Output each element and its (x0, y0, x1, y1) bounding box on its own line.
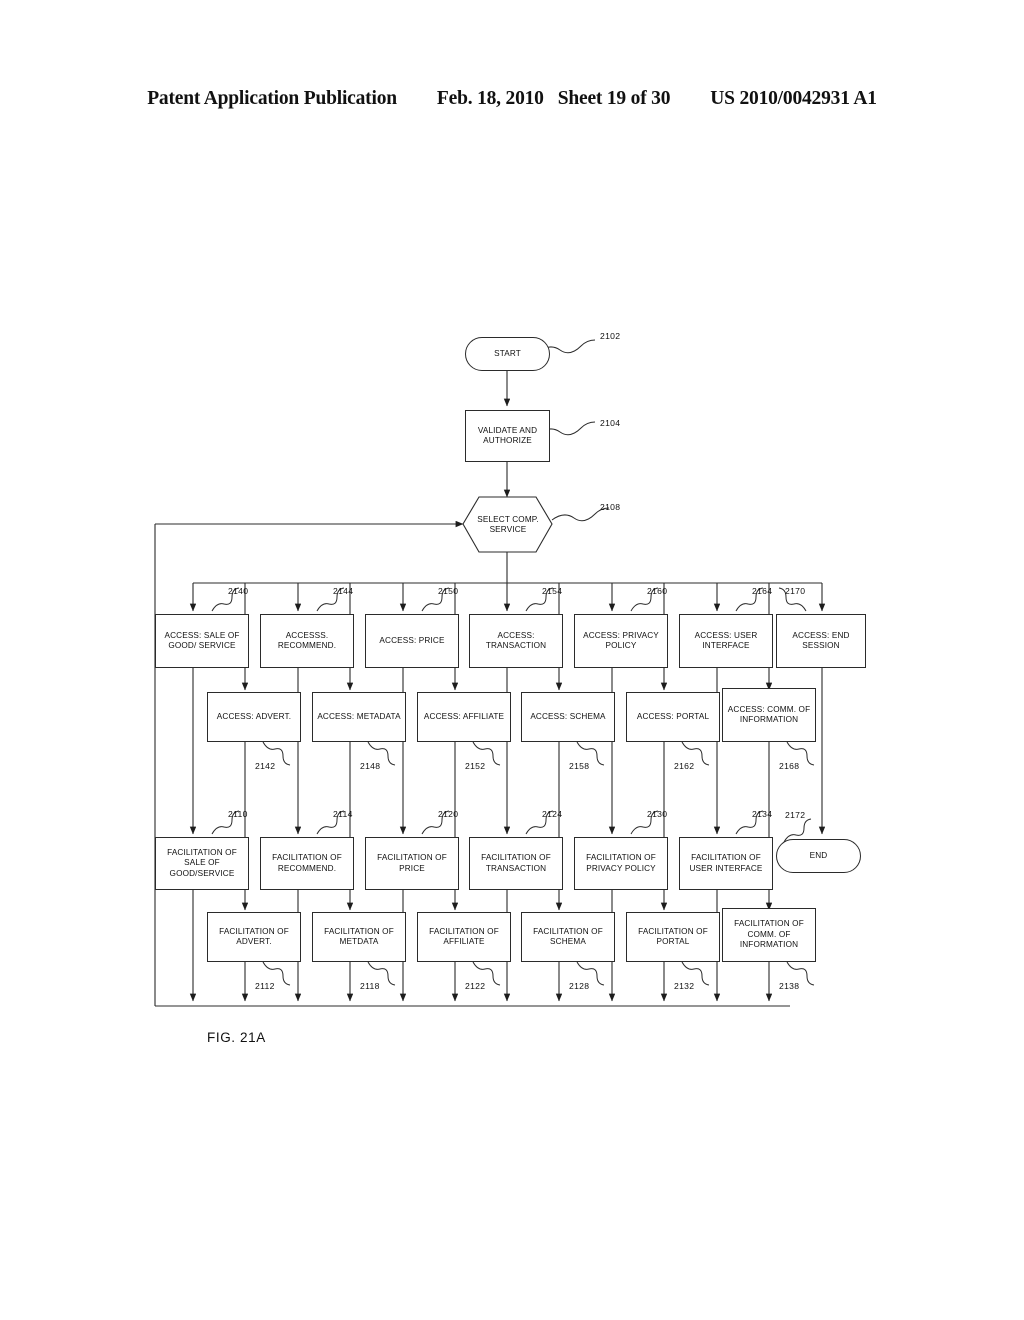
node-label: FACILITATION OF AFFILIATE (429, 926, 499, 947)
node-facilitation-of-portal[interactable]: FACILITATION OF PORTAL (626, 912, 720, 962)
node-facilitation-of-schema[interactable]: FACILITATION OF SCHEMA (521, 912, 615, 962)
ref-2140: 2140 (228, 586, 249, 596)
node-facilitation-of-sale-of-good-service[interactable]: FACILITATION OF SALE OF GOOD/SERVICE (155, 837, 249, 890)
patent-figure-21a: START 2102 VALIDATE AND AUTHORIZE 2104 S… (0, 0, 1024, 1320)
ref-2162: 2162 (674, 761, 695, 771)
node-label: ACCESS: USER INTERFACE (694, 630, 758, 651)
ref-2128: 2128 (569, 981, 590, 991)
node-facilitation-of-price[interactable]: FACILITATION OF PRICE (365, 837, 459, 890)
node-facilitation-of-advert[interactable]: FACILITATION OF ADVERT. (207, 912, 301, 962)
ref-2160: 2160 (647, 586, 668, 596)
node-access-privacy-policy[interactable]: ACCESS: PRIVACY POLICY (574, 614, 668, 668)
ref-2130: 2130 (647, 809, 668, 819)
ref-2150: 2150 (438, 586, 459, 596)
node-label: ACCESS: ADVERT. (216, 711, 292, 721)
node-facilitation-of-recommend[interactable]: FACILITATION OF RECOMMEND. (260, 837, 354, 890)
node-access-advert[interactable]: ACCESS: ADVERT. (207, 692, 301, 742)
node-facilitation-of-privacy-policy[interactable]: FACILITATION OF PRIVACY POLICY (574, 837, 668, 890)
ref-2114: 2114 (333, 809, 353, 819)
node-facilitation-of-metadata[interactable]: FACILITATION OF METDATA (312, 912, 406, 962)
ref-2172: 2172 (785, 810, 806, 820)
ref-2164: 2164 (752, 586, 773, 596)
ref-2118: 2118 (360, 981, 380, 991)
node-label: ACCESS: PRICE (379, 635, 445, 645)
ref-2154: 2154 (542, 586, 563, 596)
node-label: FACILITATION OF SALE OF GOOD/SERVICE (167, 847, 237, 878)
node-access-schema[interactable]: ACCESS: SCHEMA (521, 692, 615, 742)
ref-2108: 2108 (600, 502, 621, 512)
node-label: ACCESS: COMM. OF INFORMATION (727, 704, 811, 725)
ref-2142: 2142 (255, 761, 276, 771)
ref-2152: 2152 (465, 761, 486, 771)
node-label: ACCESS: PRIVACY POLICY (583, 630, 659, 651)
figure-caption: FIG. 21A (207, 1030, 266, 1045)
node-access-comm-of-information[interactable]: ACCESS: COMM. OF INFORMATION (722, 688, 816, 742)
node-start[interactable]: START (465, 337, 550, 371)
ref-2112: 2112 (255, 981, 275, 991)
node-facilitation-of-affiliate[interactable]: FACILITATION OF AFFILIATE (417, 912, 511, 962)
node-label: ACCESS: PORTAL (636, 711, 710, 721)
node-access-transaction[interactable]: ACCESS: TRANSACTION (469, 614, 563, 668)
node-label: ACCESS: METADATA (317, 711, 401, 721)
node-validate-label: VALIDATE AND AUTHORIZE (477, 425, 538, 446)
node-facilitation-of-comm-of-information[interactable]: FACILITATION OF COMM. OF INFORMATION (722, 908, 816, 962)
node-access-portal[interactable]: ACCESS: PORTAL (626, 692, 720, 742)
node-access-end-session[interactable]: ACCESS: END SESSION (776, 614, 866, 668)
node-access-user-interface[interactable]: ACCESS: USER INTERFACE (679, 614, 773, 668)
node-access-metadata[interactable]: ACCESS: METADATA (312, 692, 406, 742)
node-facilitation-of-user-interface[interactable]: FACILITATION OF USER INTERFACE (679, 837, 773, 890)
node-label: ACCESSS. RECOMMEND. (277, 630, 337, 651)
node-label: FACILITATION OF METDATA (324, 926, 394, 947)
ref-2158: 2158 (569, 761, 590, 771)
node-label: ACCESS: AFFILIATE (423, 711, 505, 721)
ref-2110: 2110 (228, 809, 248, 819)
node-validate-and-authorize[interactable]: VALIDATE AND AUTHORIZE (465, 410, 550, 462)
ref-2170: 2170 (785, 586, 806, 596)
ref-2120: 2120 (438, 809, 459, 819)
ref-2132: 2132 (674, 981, 695, 991)
node-end[interactable]: END (776, 839, 861, 873)
node-access-recommend[interactable]: ACCESSS. RECOMMEND. (260, 614, 354, 668)
ref-2144: 2144 (333, 586, 354, 596)
node-facilitation-of-transaction[interactable]: FACILITATION OF TRANSACTION (469, 837, 563, 890)
node-label: ACCESS: END SESSION (792, 630, 850, 651)
ref-2138: 2138 (779, 981, 800, 991)
node-access-sale-of-good-service[interactable]: ACCESS: SALE OF GOOD/ SERVICE (155, 614, 249, 668)
node-access-price[interactable]: ACCESS: PRICE (365, 614, 459, 668)
node-label: FACILITATION OF ADVERT. (219, 926, 289, 947)
node-access-affiliate[interactable]: ACCESS: AFFILIATE (417, 692, 511, 742)
node-label: FACILITATION OF USER INTERFACE (689, 853, 763, 873)
ref-2148: 2148 (360, 761, 381, 771)
node-label: FACILITATION OF RECOMMEND. (272, 853, 342, 873)
node-select-label: SELECT COMP. SERVICE (477, 514, 539, 535)
node-label: ACCESS: SCHEMA (530, 711, 606, 721)
node-start-label: START (494, 348, 521, 358)
ref-2134: 2134 (752, 809, 773, 819)
node-label: ACCESS: TRANSACTION (485, 630, 547, 651)
ref-2122: 2122 (465, 981, 486, 991)
node-end-label: END (809, 850, 828, 860)
node-label: ACCESS: SALE OF GOOD/ SERVICE (164, 630, 240, 651)
node-label: FACILITATION OF SCHEMA (533, 926, 603, 947)
node-label: FACILITATION OF COMM. OF INFORMATION (734, 919, 804, 950)
node-label: FACILITATION OF PORTAL (638, 926, 708, 947)
ref-2168: 2168 (779, 761, 800, 771)
node-label: FACILITATION OF PRICE (377, 853, 447, 873)
node-select-comp-service[interactable]: SELECT COMP. SERVICE (468, 504, 548, 546)
ref-2124: 2124 (542, 809, 563, 819)
node-label: FACILITATION OF TRANSACTION (481, 853, 551, 873)
ref-2104: 2104 (600, 418, 621, 428)
ref-2102: 2102 (600, 331, 621, 341)
node-label: FACILITATION OF PRIVACY POLICY (586, 853, 656, 873)
